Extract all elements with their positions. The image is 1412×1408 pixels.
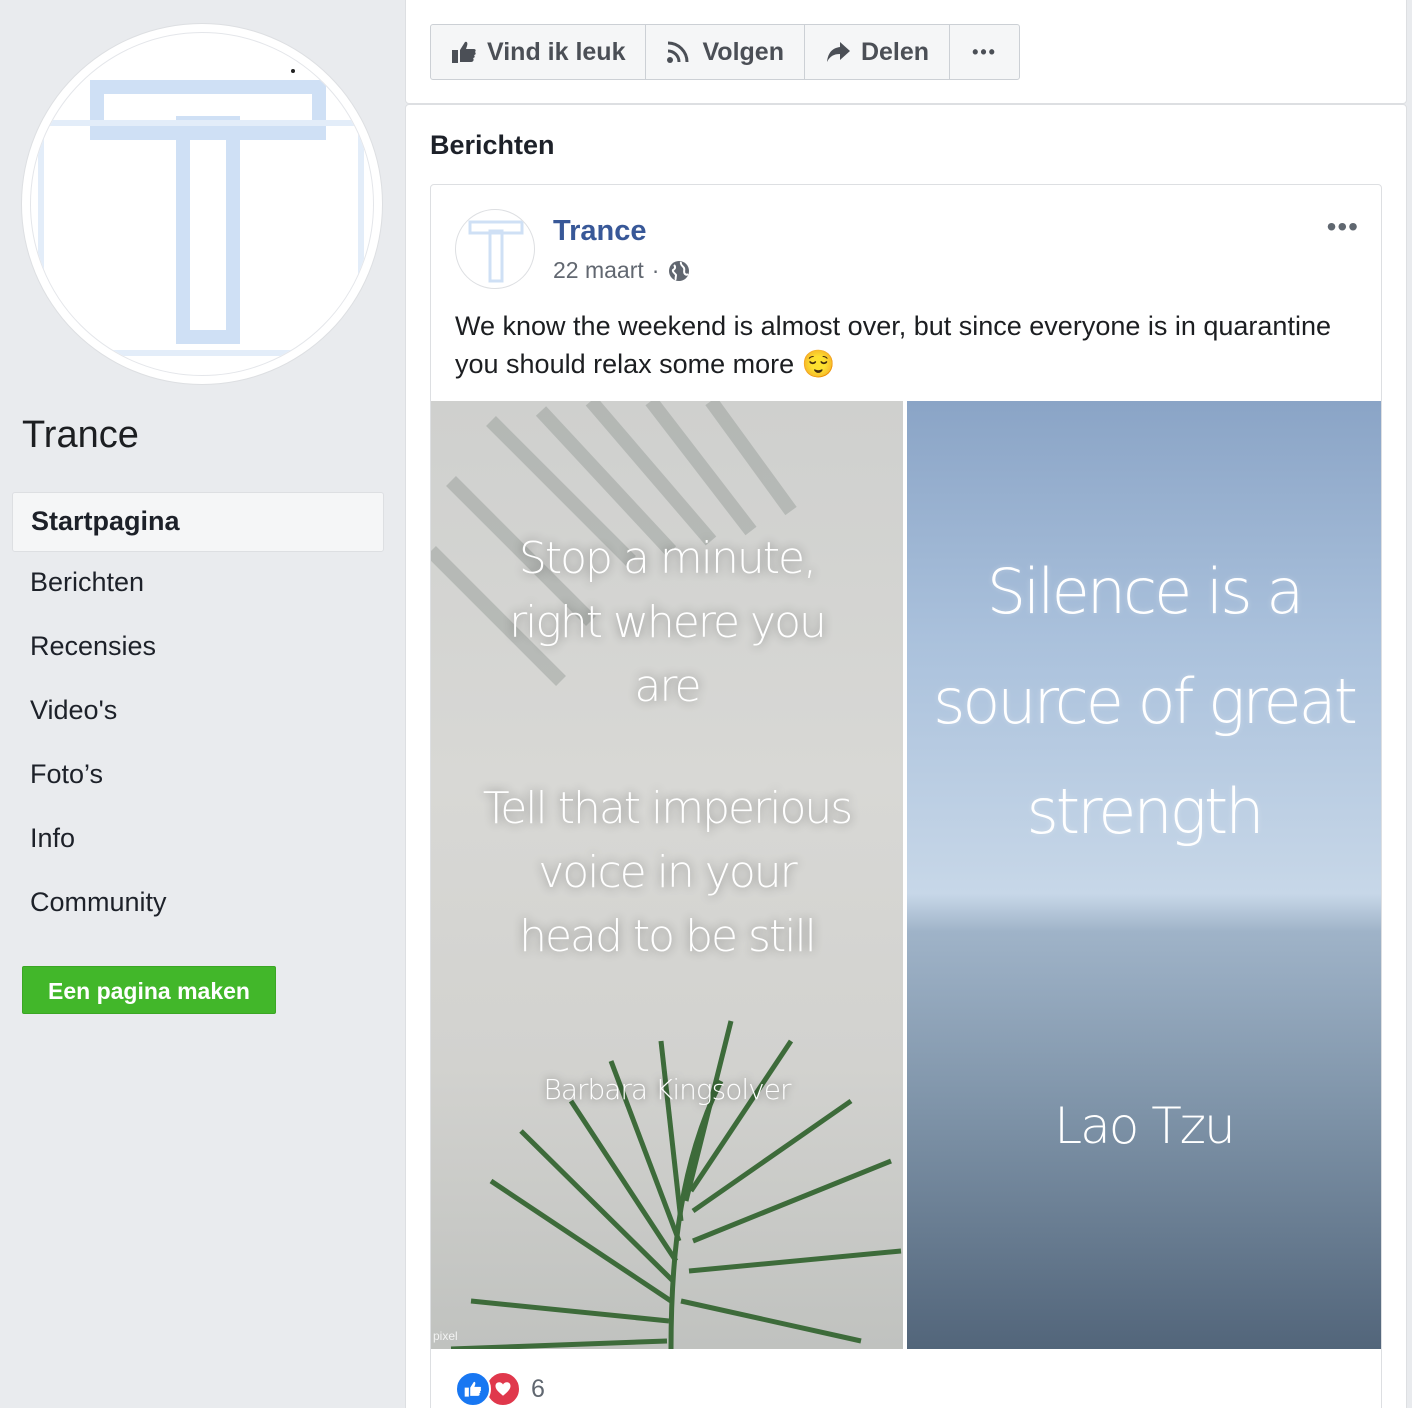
post-avatar[interactable]	[455, 209, 535, 289]
share-arrow-icon	[826, 42, 850, 62]
profile-picture[interactable]	[22, 24, 382, 384]
nav-item-fotos[interactable]: Foto’s	[12, 744, 384, 808]
like-page-button[interactable]: Vind ik leuk	[431, 25, 647, 79]
nav-item-startpagina[interactable]: Startpagina	[12, 492, 384, 552]
share-label: Delen	[860, 37, 930, 66]
quote-left-1-line-1: Stop a minute,	[518, 533, 817, 584]
page-nav: Startpagina Berichten Recensies Video's …	[12, 492, 384, 936]
nav-item-berichten[interactable]: Berichten	[12, 552, 384, 616]
quote-right-line-1: Silence is a	[986, 555, 1304, 628]
rss-icon	[667, 41, 689, 63]
quote-left-2-line-3: head to be still	[519, 911, 817, 962]
quote-right-line-3: strength	[1026, 775, 1265, 848]
post: Trance 22 maart · ••• We know the weeken…	[430, 184, 1382, 1408]
profile-logo	[30, 32, 374, 376]
follow-button[interactable]: Volgen	[646, 25, 805, 79]
nav-item-recensies[interactable]: Recensies	[12, 616, 384, 680]
quote-left-1: Stop a minute, right where you are	[431, 527, 903, 719]
more-actions-button[interactable]: •••	[950, 25, 1019, 79]
post-photo-right[interactable]: Silence is a source of great strength La…	[907, 401, 1381, 1349]
post-options-button[interactable]: •••	[1327, 211, 1359, 243]
quote-right-author: Lao Tzu	[1054, 1097, 1235, 1155]
post-date[interactable]: 22 maart	[553, 257, 644, 284]
nav-item-videos[interactable]: Video's	[12, 680, 384, 744]
quote-right-line-2: source of great	[933, 665, 1358, 738]
post-meta: 22 maart ·	[553, 257, 691, 284]
quote-left-1-line-2: right where you	[509, 597, 827, 648]
page-actions: Vind ik leuk Volgen Delen •••	[430, 24, 1020, 80]
quote-left-2-line-2: voice in your	[538, 847, 797, 898]
follow-label: Volgen	[702, 37, 784, 66]
page-name[interactable]: Trance	[22, 414, 139, 457]
nav-item-info[interactable]: Info	[12, 808, 384, 872]
trance-logo-icon	[468, 220, 524, 283]
more-icon: •••	[972, 41, 997, 62]
globe-icon[interactable]	[667, 259, 691, 283]
create-page-button[interactable]: Een pagina maken	[22, 966, 276, 1014]
post-author[interactable]: Trance	[553, 215, 647, 248]
thumbs-up-icon	[452, 41, 476, 63]
reaction-count[interactable]: 6	[531, 1375, 545, 1404]
quote-left-author: Barbara Kingsolver	[543, 1073, 791, 1106]
photo-watermark: pixel	[433, 1329, 458, 1343]
nav-item-community[interactable]: Community	[12, 872, 384, 936]
like-reaction-icon	[455, 1371, 491, 1407]
quote-left-2: Tell that imperious voice in your head t…	[431, 777, 903, 969]
posts-heading[interactable]: Berichten	[430, 130, 555, 161]
quote-left-1-line-3: are	[634, 661, 701, 712]
post-photo-left[interactable]: Stop a minute, right where you are Tell …	[431, 401, 903, 1349]
reactions-summary[interactable]: 6	[455, 1371, 545, 1407]
quote-left-2-line-1: Tell that imperious	[482, 783, 853, 834]
post-text: We know the weekend is almost over, but …	[455, 311, 1331, 379]
quote-right: Silence is a source of great strength	[907, 537, 1381, 867]
like-label: Vind ik leuk	[487, 37, 626, 66]
meta-separator: ·	[651, 257, 660, 283]
left-column: Trance Startpagina Berichten Recensies V…	[0, 0, 405, 1408]
trance-logo-icon	[38, 69, 364, 356]
share-button[interactable]: Delen	[805, 25, 951, 79]
